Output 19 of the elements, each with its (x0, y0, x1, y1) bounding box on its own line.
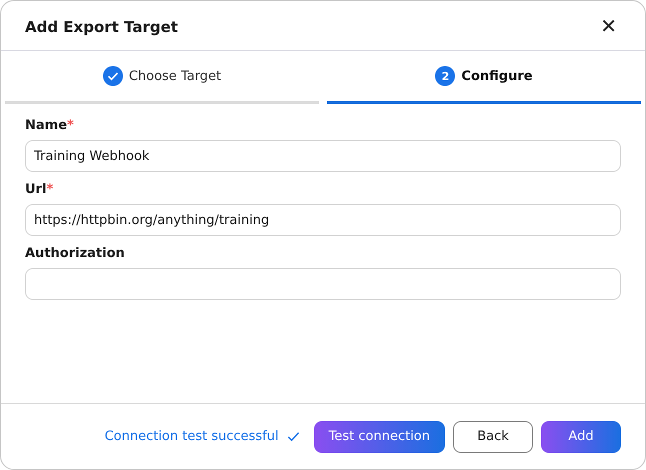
check-icon (102, 66, 123, 86)
step-number: 2 (435, 66, 456, 86)
field-label: Name (25, 118, 68, 133)
primary-button[interactable]: Test connection (314, 420, 445, 452)
check-icon (286, 430, 300, 443)
secondary-button[interactable]: Back (453, 420, 533, 452)
primary-button[interactable]: Add (541, 420, 621, 452)
required-mark: * (46, 182, 54, 197)
close-button[interactable]: ✕ (596, 14, 621, 38)
field-label: Authorization (25, 246, 125, 261)
dialog-title: Add Export Target (25, 18, 178, 36)
step-tab[interactable]: Choose Target (5, 51, 319, 104)
input-field[interactable] (25, 268, 621, 300)
required-mark: * (67, 118, 74, 133)
input-field[interactable]: https://httpbin.org/anything/training (25, 204, 621, 236)
step-tab[interactable]: 2 Configure (327, 51, 641, 104)
input-field[interactable]: Training Webhook (25, 140, 621, 172)
status-message: Connection test successful (104, 429, 279, 444)
field-label: Url (25, 182, 46, 197)
